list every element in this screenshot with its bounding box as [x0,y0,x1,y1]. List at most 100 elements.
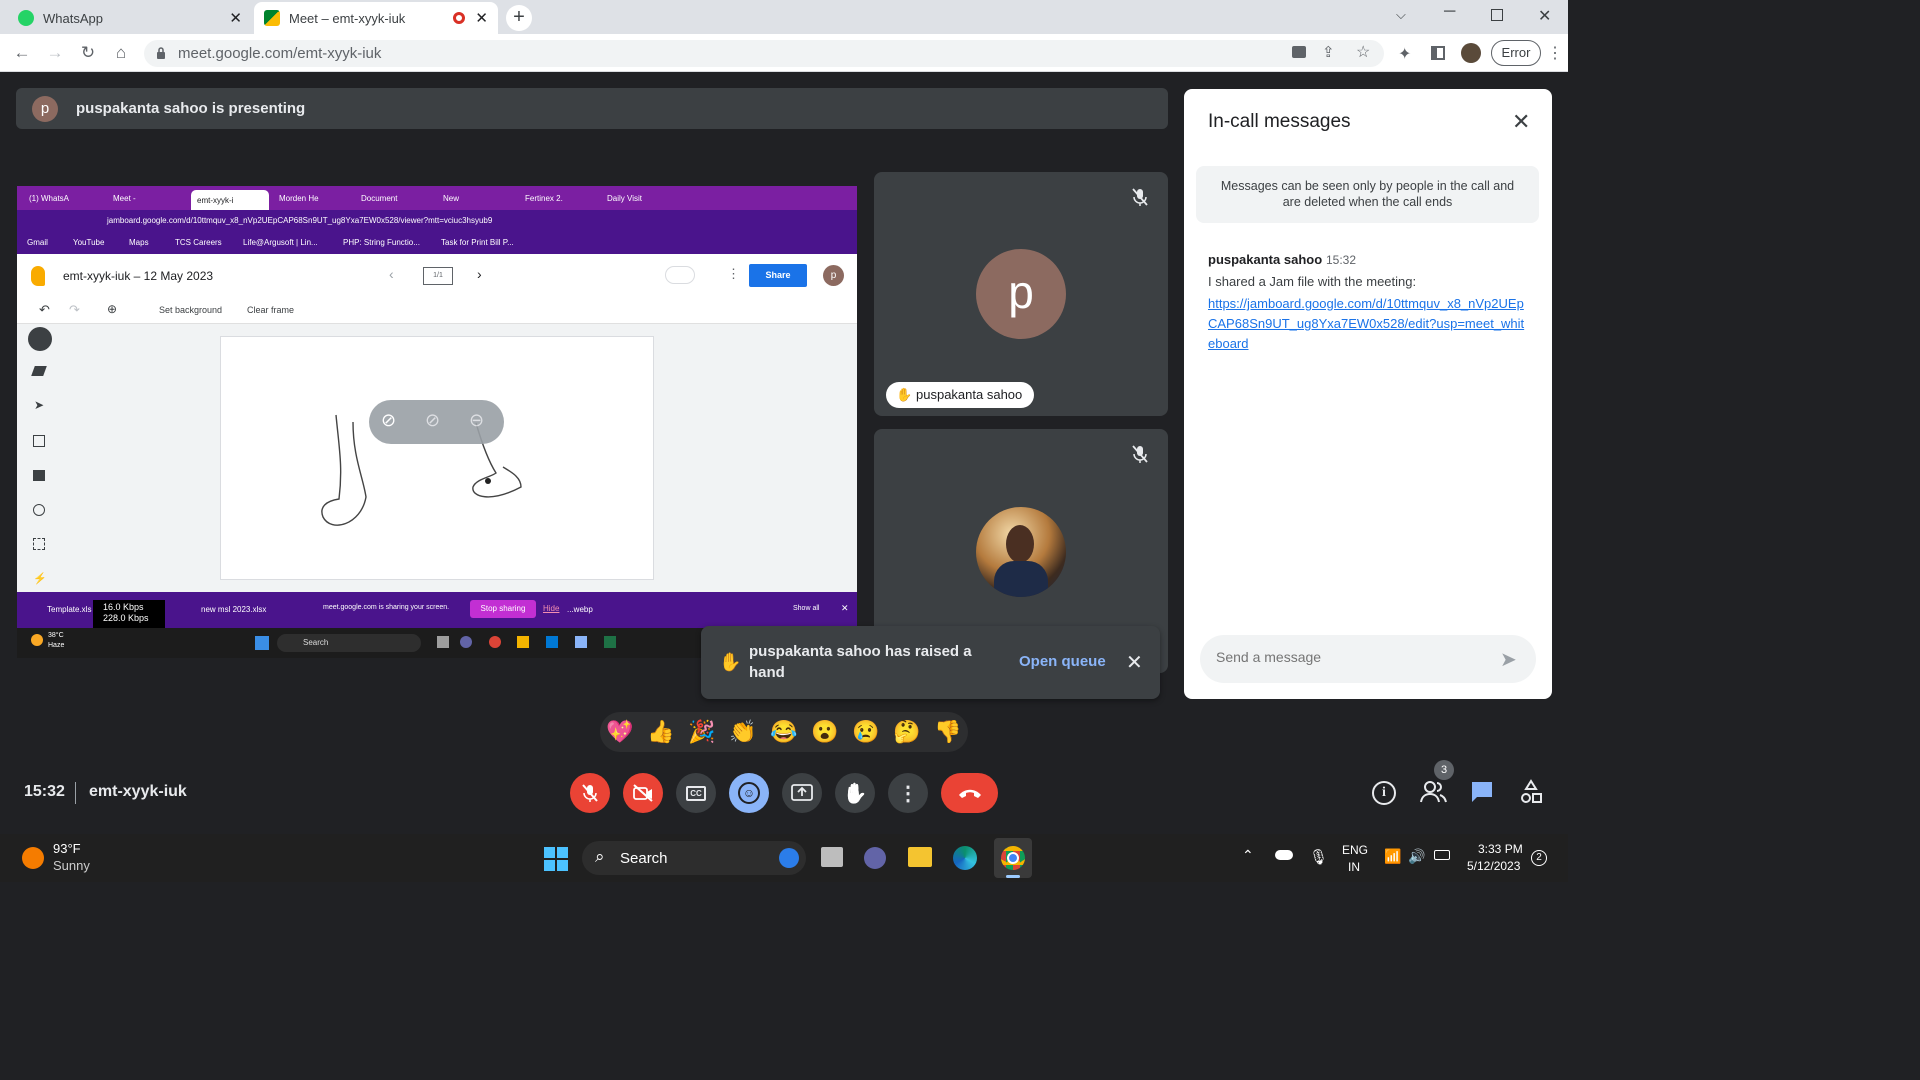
close-toast-icon[interactable]: ✕ [1126,650,1143,675]
camera-toggle-button[interactable] [623,773,663,813]
present-screen-icon [791,784,813,801]
browser-tab-strip: WhatsApp ✕ Meet – emt-xyyk-iuk ✕ + ⌵ ─ ✕ [0,0,1568,34]
participant-name-chip: ✋ puspakanta sahoo [886,382,1035,408]
show-hidden-icons[interactable]: ⌃ [1242,847,1254,864]
chat-input-box[interactable]: ➤ [1200,635,1536,683]
tab-meet[interactable]: Meet – emt-xyyk-iuk ✕ [254,2,498,34]
bookmark-star-icon[interactable]: ☆ [1356,42,1370,62]
meet-join-icon [665,266,695,284]
profile-avatar[interactable] [1461,43,1481,63]
reaction-party[interactable]: 🎉 [684,719,720,745]
back-icon[interactable]: ← [11,43,33,63]
minimize-icon[interactable]: ─ [1444,3,1455,21]
profile-error-button[interactable]: Error [1491,40,1541,66]
reload-icon[interactable]: ↻ [77,43,99,63]
browser-menu-icon[interactable]: ⋮ [1547,43,1563,63]
taskbar-app-icon [437,636,449,648]
presenting-banner: p puspakanta sahoo is presenting [16,88,1168,129]
reaction-thumbs-down[interactable]: 👎 [930,719,966,745]
tab-search-icon[interactable]: ⌵ [1396,7,1406,23]
shared-url: jamboard.google.com/d/10ttmquv_x8_nVp2UE… [107,216,493,225]
file-explorer-icon[interactable] [908,847,932,867]
forward-icon[interactable]: → [44,43,66,63]
bing-icon [779,848,799,868]
close-chat-icon[interactable]: ✕ [1512,109,1530,135]
notification-count-badge[interactable]: 2 [1531,850,1547,866]
reaction-sad[interactable]: 😢 [848,719,884,745]
reaction-thinking[interactable]: 🤔 [889,719,925,745]
tab-whatsapp[interactable]: WhatsApp ✕ [8,2,252,34]
mic-toggle-button[interactable] [570,773,610,813]
restore-icon[interactable] [1491,9,1503,21]
open-queue-button[interactable]: Open queue [1019,653,1106,670]
volume-icon[interactable]: 🔊 [1408,848,1425,865]
participant-photo [976,507,1066,597]
reaction-surprised[interactable]: 😮 [807,719,843,745]
laser-tool-icon: ⚡ [33,573,47,585]
chat-button[interactable] [1470,780,1494,804]
close-downloads-icon: ✕ [841,603,849,613]
reactions-button[interactable]: ☺ [729,773,769,813]
shared-tab: Document [361,193,398,203]
teams-icon[interactable] [864,847,886,869]
taskbar-app-icon [575,636,587,648]
camera-off-icon [633,784,653,802]
address-bar[interactable]: meet.google.com/emt-xyyk-iuk ⇪ ☆ [144,40,1384,67]
home-icon[interactable]: ⌂ [110,43,132,63]
jamboard-logo [31,266,45,286]
clock-time[interactable]: 3:33 PM [1478,842,1523,856]
participant-tile[interactable]: p ✋ puspakanta sahoo [874,172,1168,416]
bookmark: Gmail [27,238,48,247]
share-page-icon[interactable]: ⇪ [1322,43,1335,61]
task-view-icon[interactable] [821,847,843,867]
new-tab-button[interactable]: + [506,5,532,31]
edge-icon[interactable] [953,846,977,870]
set-background: Set background [159,305,223,315]
sharing-message: meet.google.com is sharing your screen. [323,604,450,611]
people-button[interactable] [1420,778,1448,806]
chrome-taskbar-button[interactable] [994,838,1032,878]
message-link[interactable]: https://jamboard.google.com/d/10ttmquv_x… [1208,294,1526,354]
activities-button[interactable] [1519,779,1543,805]
meeting-time: 15:32 [24,783,65,800]
send-icon[interactable]: ➤ [1500,647,1517,672]
region-code[interactable]: IN [1348,860,1360,874]
reaction-laugh[interactable]: 😂 [766,719,802,745]
chat-input[interactable] [1216,649,1486,665]
taskbar-search-box[interactable]: ⌕ Search [582,841,806,875]
hand-icon: ✋ [842,782,868,805]
leave-call-button[interactable] [941,773,998,813]
weather-temp[interactable]: 93°F [53,841,81,856]
activities-icon [1521,779,1542,803]
captions-button[interactable]: CC [676,773,716,813]
raise-hand-button[interactable]: ✋ [835,773,875,813]
present-button[interactable] [782,773,822,813]
wifi-icon[interactable]: 📶 [1384,848,1401,865]
clock-date[interactable]: 5/12/2023 [1467,859,1520,873]
reaction-heart[interactable]: 💖 [602,719,638,745]
close-tab-icon[interactable]: ✕ [475,9,488,27]
side-panel-icon[interactable] [1431,46,1445,60]
microphone-icon[interactable]: 🎙 [1309,848,1328,866]
download-item: ...webp [567,605,593,614]
taskbar-app-icon [546,636,558,648]
close-tab-icon[interactable]: ✕ [229,9,242,27]
language-code[interactable]: ENG [1342,843,1368,857]
jamboard-toolbar: ↶ ↷ ⊕ Set background Clear frame [17,296,857,324]
chrome-icon-center [1007,852,1019,864]
close-window-icon[interactable]: ✕ [1538,6,1551,26]
reaction-clap[interactable]: 👏 [725,719,761,745]
weather-desc[interactable]: Sunny [53,858,90,873]
meeting-details-icon[interactable]: i [1372,781,1396,805]
reaction-thumbs-up[interactable]: 👍 [643,719,679,745]
shared-tab: (1) WhatsA [29,193,70,203]
extensions-icon[interactable]: ✦ [1398,44,1411,64]
jamboard-avatar: p [823,265,844,286]
battery-icon[interactable] [1434,850,1450,860]
camera-blocked-icon[interactable] [1292,46,1306,58]
more-options-button[interactable]: ⋮ [888,773,928,813]
onedrive-icon[interactable] [1275,850,1293,860]
windows-start-icon[interactable] [543,846,569,872]
more-vert-icon: ⋮ [898,782,918,805]
weather-icon[interactable] [22,847,44,869]
